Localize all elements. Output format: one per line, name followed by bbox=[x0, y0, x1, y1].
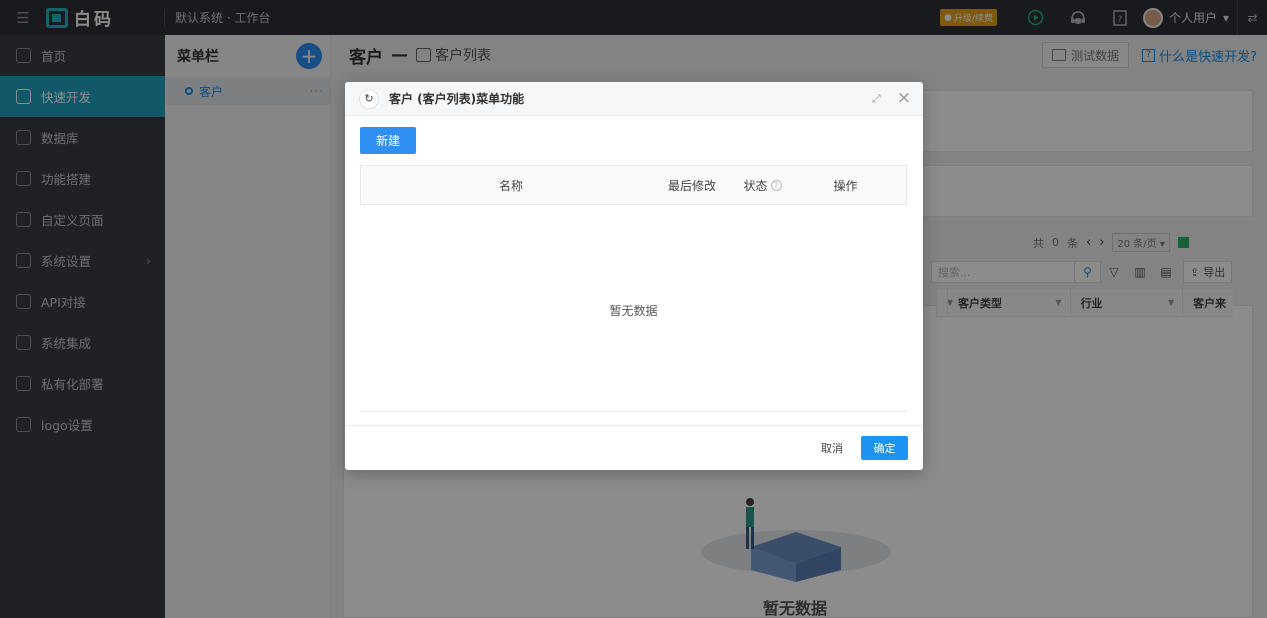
column-last-modified: 最后修改 bbox=[661, 177, 723, 194]
column-label: 最后修改 bbox=[667, 178, 716, 193]
refresh-icon[interactable]: ↻ bbox=[359, 88, 379, 109]
column-status: 状态? bbox=[723, 177, 802, 194]
dialog-footer: 取消 确定 bbox=[345, 425, 923, 470]
dialog-title: 客户 (客户列表)菜单功能 bbox=[389, 92, 525, 106]
column-label: 名称 bbox=[498, 178, 523, 193]
dialog-header: ↻ 客户 (客户列表)菜单功能 ⤢ × bbox=[345, 82, 923, 116]
function-table: 名称 最后修改 状态? 操作 暂无数据 bbox=[360, 165, 907, 412]
column-label: 操作 bbox=[833, 178, 858, 193]
fullscreen-icon[interactable]: ⤢ bbox=[872, 92, 881, 106]
column-label: 状态 bbox=[743, 178, 768, 193]
confirm-button[interactable]: 确定 bbox=[861, 436, 908, 460]
menu-function-dialog: ↻ 客户 (客户列表)菜单功能 ⤢ × 新建 名称 最后修改 状态? 操作 暂无… bbox=[345, 82, 923, 470]
column-name: 名称 bbox=[361, 177, 661, 194]
help-circle-icon[interactable]: ? bbox=[770, 179, 782, 191]
empty-state-text: 暂无数据 bbox=[609, 304, 658, 318]
function-table-header: 名称 最后修改 状态? 操作 bbox=[360, 165, 907, 205]
dialog-controls: ⤢ × bbox=[872, 90, 911, 107]
close-icon[interactable]: × bbox=[897, 90, 911, 107]
column-action: 操作 bbox=[802, 177, 889, 194]
cancel-button[interactable]: 取消 bbox=[821, 440, 843, 456]
new-button[interactable]: 新建 bbox=[360, 127, 416, 154]
